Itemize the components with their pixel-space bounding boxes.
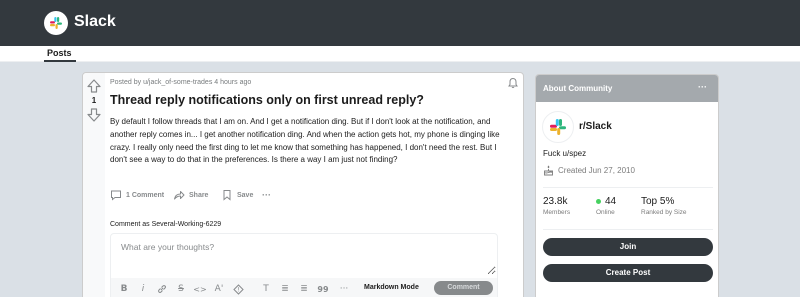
editor-toolbar: B i S <> A' ! T ≣ ≣ 99 ··· Markdown Mode…: [111, 278, 497, 297]
join-button[interactable]: Join: [543, 238, 713, 256]
spoiler-icon[interactable]: !: [231, 282, 245, 296]
active-tab-indicator: [44, 60, 76, 62]
post-body: By default I follow threads that I am on…: [110, 117, 500, 165]
online-dot-icon: [596, 199, 601, 204]
comments-label: 1 Comment: [126, 191, 165, 199]
numbered-list-icon[interactable]: ≣: [297, 282, 311, 296]
app-title[interactable]: Slack: [74, 13, 116, 31]
superscript-icon[interactable]: A': [212, 282, 226, 296]
online-count-row: 44: [596, 196, 616, 207]
comments-button[interactable]: 1 Comment: [110, 188, 164, 202]
rank-stat: Top 5% Ranked by Size: [641, 196, 687, 216]
post-card: 1 Posted by u/jack_of-some-trades 4 hour…: [82, 72, 524, 297]
members-stat: 23.8k Members: [543, 196, 570, 216]
comment-editor: B i S <> A' ! T ≣ ≣ 99 ··· Markdown Mode…: [110, 233, 498, 297]
divider: [543, 229, 713, 230]
about-community-header: About Community ···: [536, 75, 718, 102]
markdown-mode-toggle[interactable]: Markdown Mode: [364, 284, 419, 291]
share-button[interactable]: Share: [173, 188, 208, 202]
strikethrough-icon[interactable]: S: [174, 282, 188, 296]
about-community-title: About Community: [543, 84, 613, 93]
notification-bell-icon[interactable]: [507, 77, 519, 89]
rank-label: Ranked by Size: [641, 209, 687, 216]
comment-submit-button[interactable]: Comment: [434, 281, 493, 295]
create-post-button[interactable]: Create Post: [543, 264, 713, 282]
about-community-card: About Community ··· r/Slack Fuck u/spez …: [535, 74, 719, 297]
comment-input[interactable]: [112, 235, 496, 275]
save-button[interactable]: Save: [221, 188, 253, 202]
cake-icon: [544, 165, 553, 176]
more-options-button[interactable]: ···: [262, 188, 271, 202]
rank-value: Top 5%: [641, 196, 675, 207]
heading-icon[interactable]: T: [259, 282, 273, 296]
quote-block-icon[interactable]: 99: [316, 282, 330, 296]
post-meta: Posted by u/jack_of-some-trades 4 hours …: [110, 79, 252, 86]
members-label: Members: [543, 209, 571, 216]
more-formatting-icon[interactable]: ···: [337, 282, 351, 296]
share-label: Share: [189, 191, 209, 199]
community-name[interactable]: r/Slack: [579, 121, 612, 132]
online-label: Online: [596, 209, 615, 216]
members-count: 23.8k: [543, 196, 568, 207]
link-icon[interactable]: [155, 282, 169, 296]
divider: [543, 187, 713, 188]
share-icon: [174, 191, 185, 200]
save-label: Save: [237, 191, 254, 199]
community-created: Created Jun 27, 2010: [543, 165, 635, 176]
vote-column: 1: [83, 73, 105, 297]
comment-icon: [111, 190, 121, 201]
bold-icon[interactable]: B: [117, 282, 131, 296]
slack-logo-icon[interactable]: [44, 11, 68, 35]
top-header: Slack: [0, 0, 800, 46]
created-date: Created Jun 27, 2010: [558, 166, 635, 175]
bulleted-list-icon[interactable]: ≣: [278, 282, 292, 296]
spoiler-mark: !: [237, 286, 239, 293]
tab-bar: Posts: [0, 46, 800, 62]
inline-code-icon[interactable]: <>: [193, 282, 207, 296]
italic-icon[interactable]: i: [136, 282, 150, 296]
downvote-icon[interactable]: [87, 108, 101, 122]
upvote-icon[interactable]: [87, 79, 101, 93]
sidebar-more-button[interactable]: ···: [698, 82, 707, 92]
tab-posts[interactable]: Posts: [47, 48, 72, 58]
comment-as-label: Comment as Several-Working-6229: [110, 221, 222, 228]
community-logo-icon[interactable]: [542, 111, 574, 143]
community-description: Fuck u/spez: [543, 149, 587, 158]
online-count: 44: [605, 196, 617, 207]
bookmark-icon: [223, 190, 231, 201]
online-stat: 44 Online: [596, 196, 616, 216]
post-title[interactable]: Thread reply notifications only on first…: [110, 93, 424, 107]
vote-score: 1: [91, 96, 97, 105]
